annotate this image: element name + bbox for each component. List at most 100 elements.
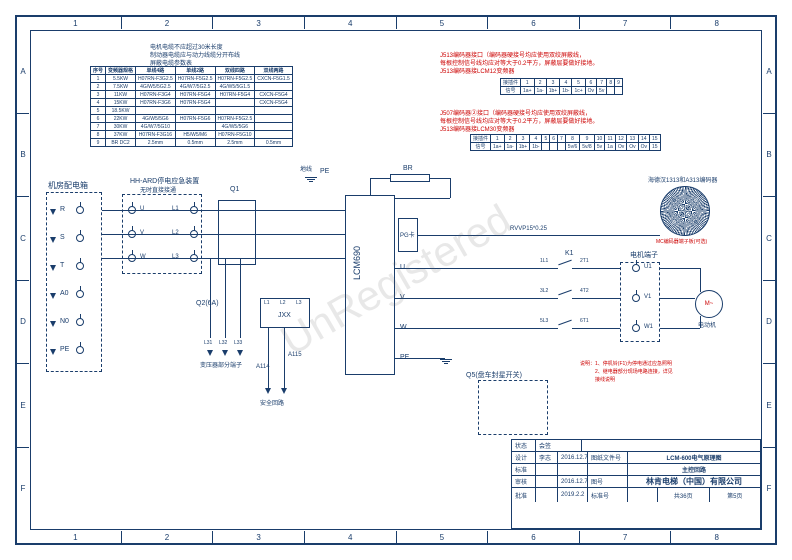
br-resistor [390,174,430,182]
arrow-icon [281,388,287,394]
label-br: BR [403,165,413,172]
label-k1: K1 [565,250,574,257]
pe-ground-icon [440,358,452,364]
terminal-R [76,206,84,214]
wire [370,178,390,179]
note-red3: J513编码器接LCM12变频器 [440,66,514,75]
motor-terminal-box [620,262,660,342]
tb-design-label: 设计 [512,452,536,463]
motor-symbol: M~ [695,290,723,318]
label-machine-room: 机房配电箱 [48,180,88,191]
wire [268,328,269,388]
lcm-box [345,195,395,375]
label-q1: Q1 [230,186,239,193]
wire-v [395,298,540,299]
wire [450,178,451,198]
tb-title2: 主控回路 [628,464,760,475]
arrow-icon [237,350,243,356]
wire [370,178,371,195]
arrow-icon [50,293,56,299]
wire [240,258,241,338]
motor-term-U1 [632,264,640,272]
tb-date: 2016.12.7 [558,452,588,463]
machine-room-box [46,192,102,372]
wire [700,268,701,292]
l33: L33 [234,340,242,346]
label-jxx-l3: L3 [296,300,302,306]
arrow-icon [50,321,56,327]
wire-s [102,234,345,235]
ruler-left: ABCDEF [17,30,29,530]
wire [395,198,450,199]
wire-u [395,268,540,269]
motor-term-W1 [632,324,640,332]
label-rvvp: RVVP15*0.25 [510,226,547,232]
terminal-PE [76,346,84,354]
label-a114: A114 [256,364,270,370]
tb-status-label: 状态 [512,440,536,451]
motor-note2: 2、继电器部分现场电路连接，详见 [595,368,673,375]
arrow-icon [50,237,56,243]
wire-w [395,328,540,329]
arrow-icon [222,350,228,356]
terminal-S [76,234,84,242]
label-ard-sub: 无时直接接通 [140,185,176,194]
terminal-A0 [76,290,84,298]
label-safety: 安全回路 [260,398,284,407]
tb-status: 会签 [536,440,582,451]
l32: L32 [219,340,227,346]
ruler-bottom: 12345678 [30,531,762,543]
pe-ground-icon [305,176,317,182]
title-block: 状态会签 设计李志2016.12.7图纸文件号LCM-600电气原理图 标准 主控… [511,439,761,529]
wire [660,298,695,299]
label-jxx-l2: L2 [280,300,286,306]
ruler-right: ABCDEF [763,30,775,530]
arrow-icon [50,349,56,355]
terminal-N0 [76,318,84,326]
tb-approve-date: 2019.2.2 [558,488,588,502]
ruler-top: 12345678 [30,17,762,29]
arrow-icon [50,209,56,215]
tb-num-label: 图号 [588,476,628,487]
label-pe-top: 地线 [300,164,312,173]
motor-note3: 接线说明 [595,376,615,383]
tb-page: 第5页 [710,488,761,502]
wire-pe [395,358,445,359]
label-q5: Q5(盘车封星开关) [466,370,522,380]
label-transformer: 变压器部分端子 [200,360,242,369]
wire-r [102,210,345,211]
motor-term-V1 [632,294,640,302]
label-encoder-sub: MC编码器端子板(可选) [656,238,707,245]
wire [225,258,226,338]
wire [284,328,285,388]
encoder-wire [418,235,660,236]
label-q2: Q2(6A) [196,300,219,307]
encoder-symbol [660,186,710,236]
tb-engnum-label: 图纸文件号 [588,452,628,463]
label-a115: A115 [288,352,302,358]
label-motor-terminal: 电机端子 [630,250,658,260]
tb-design: 李志 [536,452,558,463]
tb-pages: 共36页 [658,488,710,502]
wire [660,328,700,329]
l31: L31 [204,340,212,346]
tb-check-label: 审核 [512,476,536,487]
q5-box [478,380,548,435]
arrow-icon [50,265,56,271]
terminal-T [76,262,84,270]
tb-std-label: 标准 [512,464,536,475]
tb-ver-label: 标准号 [588,488,628,502]
arrow-icon [265,388,271,394]
connector-table1: 接插件123456789信号1a+1a-1b+1b-1c+Ov5v [500,78,623,95]
wire [210,258,211,338]
tb-company: 林肯电梯（中国）有限公司 [628,476,760,487]
wire [700,316,701,328]
note-red6: J513编码器接LCM30变频器 [440,124,514,133]
label-jxx: JXX [278,312,291,319]
connector-table2: 接插件123456789101112131415信号1a+1a-1b+1b-5v… [470,134,661,151]
motor-note1: 说明：1、停机铃(F1)为停电通过应急照明 [580,360,672,367]
label-encoder: 海德汉1313和A313编码器 [648,175,717,184]
tb-title1: LCM-600电气原理图 [628,452,760,463]
label-lcm: LCM690 [352,246,362,280]
wire [430,178,450,179]
